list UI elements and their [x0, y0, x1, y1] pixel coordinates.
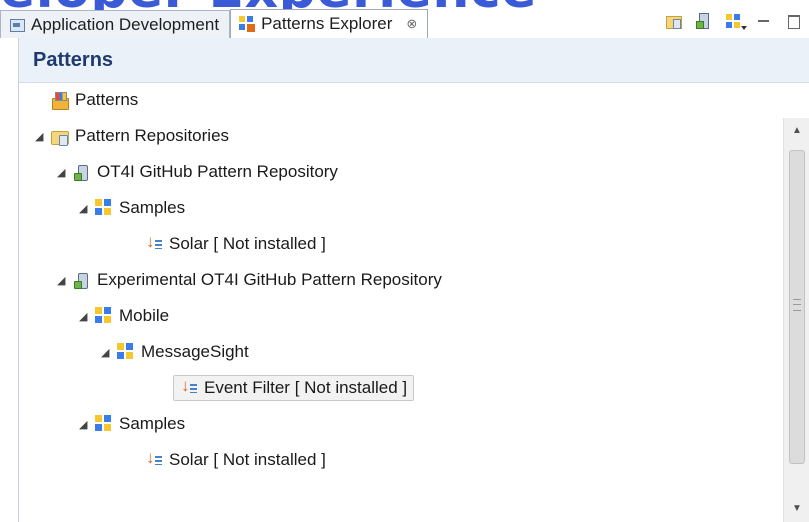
view-menu-icon[interactable]: [725, 12, 747, 30]
pattern-not-installed-icon: [180, 376, 198, 397]
selected-item-highlight[interactable]: Event Filter [ Not installed ]: [173, 375, 415, 401]
expand-arrow-icon[interactable]: ◢: [101, 346, 113, 359]
patterns-folder-icon: [51, 91, 69, 110]
tree-item-patterns[interactable]: Patterns: [47, 82, 138, 118]
scrollbar-grip: [793, 299, 801, 311]
expand-arrow-icon[interactable]: ◢: [79, 310, 91, 323]
category-icon: [95, 307, 113, 325]
pattern-not-installed-icon: [145, 232, 163, 253]
tab-bar-fill: [428, 9, 809, 38]
tree-item-solar[interactable]: Solar [ Not installed ]: [141, 442, 326, 478]
scrollbar-thumb[interactable]: [789, 150, 805, 464]
tree-item-samples[interactable]: ◢ Samples: [79, 190, 185, 226]
tree-item-samples[interactable]: ◢ Samples: [79, 406, 185, 442]
view-toolbar: [665, 12, 803, 30]
repository-icon: [73, 271, 91, 289]
tree-item-solar[interactable]: Solar [ Not installed ]: [141, 226, 326, 262]
tree-item-label: Solar [ Not installed ]: [169, 234, 326, 253]
expand-arrow-icon[interactable]: ◢: [35, 130, 47, 143]
close-icon[interactable]: ⊗: [406, 16, 417, 32]
new-repository-icon[interactable]: [665, 12, 683, 30]
tree-item-label: Samples: [119, 414, 186, 433]
category-icon: [117, 343, 135, 361]
vertical-scrollbar[interactable]: ▲ ▼: [783, 118, 809, 522]
category-icon: [95, 199, 113, 217]
maximize-icon[interactable]: [785, 12, 803, 30]
tree-item-label: Event Filter [ Not installed ]: [204, 378, 408, 397]
patterns-tree: Patterns ◢ Pattern Repositories ◢ OT4I G…: [19, 82, 779, 522]
tab-bar: Application Development Patterns Explore…: [0, 9, 809, 38]
tree-item-repository-ot4i[interactable]: ◢ OT4I GitHub Pattern Repository: [57, 154, 338, 190]
application-development-icon: [9, 17, 25, 33]
tree-item-label: MessageSight: [141, 342, 249, 361]
repositories-folder-icon: [51, 127, 69, 146]
tree-item-messagesight[interactable]: ◢ MessageSight: [101, 334, 249, 370]
pattern-not-installed-icon: [145, 448, 163, 469]
tree-item-repository-experimental[interactable]: ◢ Experimental OT4I GitHub Pattern Repos…: [57, 262, 442, 298]
tree-item-mobile[interactable]: ◢ Mobile: [79, 298, 169, 334]
tree-item-label: Patterns: [75, 90, 139, 109]
scroll-down-arrow-icon[interactable]: ▼: [784, 498, 809, 520]
tab-label: Application Development: [31, 14, 220, 34]
tree-item-pattern-repositories[interactable]: ◢ Pattern Repositories: [35, 118, 229, 154]
tree-item-label: Solar [ Not installed ]: [169, 450, 326, 469]
tree-item-label: Pattern Repositories: [75, 126, 230, 145]
expand-arrow-icon[interactable]: ◢: [79, 418, 91, 431]
expand-arrow-icon[interactable]: ◢: [57, 274, 69, 287]
add-repository-icon[interactable]: [695, 12, 713, 30]
tree-item-event-filter[interactable]: Event Filter [ Not installed ]: [173, 370, 415, 406]
minimize-icon[interactable]: [755, 12, 773, 30]
tree-item-label: Experimental OT4I GitHub Pattern Reposit…: [97, 270, 442, 289]
expand-arrow-icon[interactable]: ◢: [57, 166, 69, 179]
tab-application-development[interactable]: Application Development: [0, 10, 231, 38]
tree-item-label: OT4I GitHub Pattern Repository: [97, 162, 338, 181]
view-header: Patterns: [19, 38, 809, 83]
patterns-explorer-icon: [239, 16, 256, 32]
repository-icon: [73, 163, 91, 181]
tab-patterns-explorer[interactable]: Patterns Explorer ⊗: [230, 9, 429, 38]
expand-arrow-icon[interactable]: ◢: [79, 202, 91, 215]
category-icon: [95, 415, 113, 433]
scroll-up-arrow-icon[interactable]: ▲: [784, 120, 809, 142]
tree-item-label: Mobile: [119, 306, 170, 325]
tree-item-label: Samples: [119, 198, 186, 217]
tab-label: Patterns Explorer: [261, 14, 393, 33]
patterns-explorer-view: Patterns Patterns ◢ Pattern Repositories…: [18, 38, 809, 522]
